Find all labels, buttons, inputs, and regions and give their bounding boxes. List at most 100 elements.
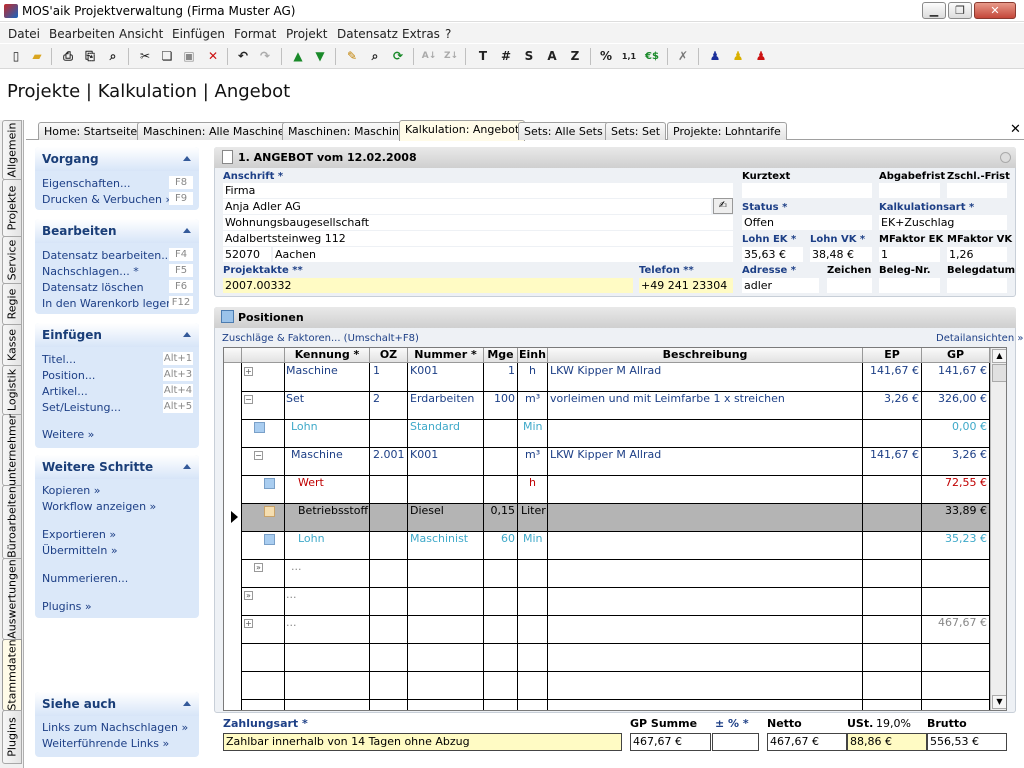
currency-button[interactable]: €$ (642, 47, 662, 66)
link-position[interactable]: Position... (42, 369, 95, 382)
link-warenkorb[interactable]: In den Warenkorb legen (42, 297, 173, 310)
cell-kennung[interactable]: Maschine (286, 364, 338, 377)
collapse-icon[interactable] (183, 701, 191, 706)
col-mge[interactable]: Mge (484, 348, 518, 363)
netto-field[interactable]: 467,67 € (767, 733, 847, 751)
lohn-vk-field[interactable]: 38,48 € (810, 247, 872, 262)
projektakte-field[interactable]: 2007.00332 (223, 278, 633, 293)
link-titel[interactable]: Titel... (42, 353, 76, 366)
link-workflow[interactable]: Workflow anzeigen » (42, 500, 156, 513)
link-kopieren[interactable]: Kopieren » (42, 484, 100, 497)
move-down-icon[interactable]: ▼ (310, 47, 330, 66)
cell-kennung[interactable]: Maschine (291, 448, 343, 461)
cell-kennung[interactable]: Lohn (291, 420, 318, 433)
cell-ep[interactable]: 3,26 € (864, 392, 919, 405)
mfaktor-ek-field[interactable]: 1 (879, 247, 940, 262)
vtab-service[interactable]: Service (2, 236, 22, 284)
link-uebermitteln[interactable]: Übermitteln » (42, 544, 118, 557)
cell-gp[interactable]: 72,55 € (923, 476, 987, 489)
gp-summe-field[interactable]: 467,67 € (630, 733, 711, 751)
cell-mge[interactable]: 0,15 (484, 504, 516, 517)
expand-icon[interactable]: » (254, 563, 263, 572)
menu-datei[interactable]: Datei (8, 27, 40, 41)
link-nummerieren[interactable]: Nummerieren... (42, 572, 128, 585)
collapse-icon[interactable] (183, 332, 191, 337)
cell-nummer[interactable]: Diesel (410, 504, 444, 517)
tab-alle-sets[interactable]: Sets: Alle Sets (518, 122, 609, 140)
beleg-nr-field[interactable] (879, 278, 940, 293)
collapse-tree-icon[interactable]: − (254, 451, 263, 460)
cell-kennung[interactable]: Set (286, 392, 304, 405)
vertical-scrollbar[interactable]: ▲ ▼ (990, 348, 1006, 710)
menu-extras[interactable]: Extras (402, 27, 440, 41)
vtab-bueroarbeiten[interactable]: Büroarbeiten (2, 485, 22, 559)
cell-einh[interactable]: Min (523, 420, 543, 433)
vtab-regie[interactable]: Regie (2, 283, 22, 325)
number-type-button[interactable]: # (496, 47, 516, 66)
cell-nummer[interactable]: Erdarbeiten (410, 392, 474, 405)
cell-nummer[interactable]: K001 (410, 364, 438, 377)
cell-gp[interactable]: 326,00 € (923, 392, 987, 405)
cell-kennung[interactable]: Betriebsstoff (298, 504, 368, 517)
cell-beschreibung[interactable]: LKW Kipper M Allrad (550, 364, 661, 377)
link-drucken[interactable]: Drucken & Verbuchen » (42, 193, 172, 206)
vtab-allgemein[interactable]: Allgemein (2, 120, 22, 180)
print-multi-icon[interactable]: ⎘ (80, 47, 100, 66)
zuschlaege-link[interactable]: Zuschläge & Faktoren... (Umschalt+F8) (222, 333, 419, 344)
edit-pencil-icon[interactable]: ✎ (342, 47, 362, 66)
user-red-icon[interactable]: ♟ (751, 47, 771, 66)
cell-einh[interactable]: m³ (525, 448, 540, 461)
tab-lohntarife[interactable]: Projekte: Lohntarife (667, 122, 787, 140)
delete-icon[interactable]: ✕ (203, 47, 223, 66)
refresh-icon[interactable]: ⟳ (388, 47, 408, 66)
group-bearbeiten-title[interactable]: Bearbeiten (35, 219, 199, 243)
cell-nummer[interactable]: K001 (410, 448, 438, 461)
collapse-tree-icon[interactable]: − (244, 395, 253, 404)
belegdatum-field[interactable] (947, 278, 1007, 293)
vtab-unternehmer[interactable]: unternehmer (2, 414, 22, 486)
cut-icon[interactable]: ✂ (135, 47, 155, 66)
menu-ansicht[interactable]: Ansicht (119, 27, 163, 41)
cell-nummer[interactable]: Standard (410, 420, 460, 433)
col-ep[interactable]: EP (863, 348, 922, 363)
cell-kennung[interactable]: ... (291, 560, 302, 573)
tab-maschine[interactable]: Maschinen: Maschine (282, 122, 412, 140)
plus-minus-percent-field[interactable] (712, 733, 759, 751)
print-icon[interactable]: ⎙ (58, 47, 78, 66)
maximize-button[interactable]: ❐ (948, 2, 972, 19)
menu-projekt[interactable]: Projekt (286, 27, 327, 41)
cell-beschreibung[interactable]: LKW Kipper M Allrad (550, 448, 661, 461)
cell-kennung[interactable]: ... (286, 616, 297, 629)
new-icon[interactable]: ▯ (6, 47, 26, 66)
link-datensatz-bearbeiten[interactable]: Datensatz bearbeiten... (42, 249, 172, 262)
group-siehe-title[interactable]: Siehe auch (35, 692, 199, 716)
a-type-button[interactable]: A (542, 47, 562, 66)
cell-einh[interactable]: Min (523, 532, 543, 545)
cell-einh[interactable]: Liter (521, 504, 546, 517)
undo-icon[interactable]: ↶ (233, 47, 253, 66)
link-datensatz-loeschen[interactable]: Datensatz löschen (42, 281, 144, 294)
cell-beschreibung[interactable]: vorleimen und mit Leimfarbe 1 x streiche… (550, 392, 785, 405)
signature-icon[interactable]: ✍ (713, 198, 733, 214)
col-kennung[interactable]: Kennung * (285, 348, 370, 363)
positions-grid[interactable]: Kennung * OZ Nummer * Mge Einh Beschreib… (223, 347, 1007, 711)
collapse-icon[interactable] (183, 228, 191, 233)
s-type-button[interactable]: S (519, 47, 539, 66)
menu-help[interactable]: ? (445, 27, 451, 41)
kalkulationsart-field[interactable]: EK+Zuschlag (879, 215, 1007, 230)
percent-button[interactable]: % (596, 47, 616, 66)
cell-kennung[interactable]: Lohn (298, 532, 325, 545)
vtab-plugins[interactable]: Plugins (2, 710, 22, 764)
group-einfuegen-title[interactable]: Einfügen (35, 323, 199, 347)
link-weitere[interactable]: Weitere » (42, 428, 94, 441)
lookup-icon[interactable]: ⌕ (365, 47, 385, 66)
collapse-icon[interactable] (1000, 152, 1011, 163)
menu-einfuegen[interactable]: Einfügen (172, 27, 225, 41)
expand-icon[interactable]: + (244, 619, 253, 628)
address-line-1[interactable]: Firma (223, 183, 733, 198)
cell-ep[interactable]: 141,67 € (864, 364, 919, 377)
plz-field[interactable]: 52070 (223, 247, 271, 262)
cell-einh[interactable]: m³ (525, 392, 540, 405)
telefon-field[interactable]: +49 241 23304 (639, 278, 733, 293)
abgabefrist-field[interactable] (879, 183, 940, 198)
